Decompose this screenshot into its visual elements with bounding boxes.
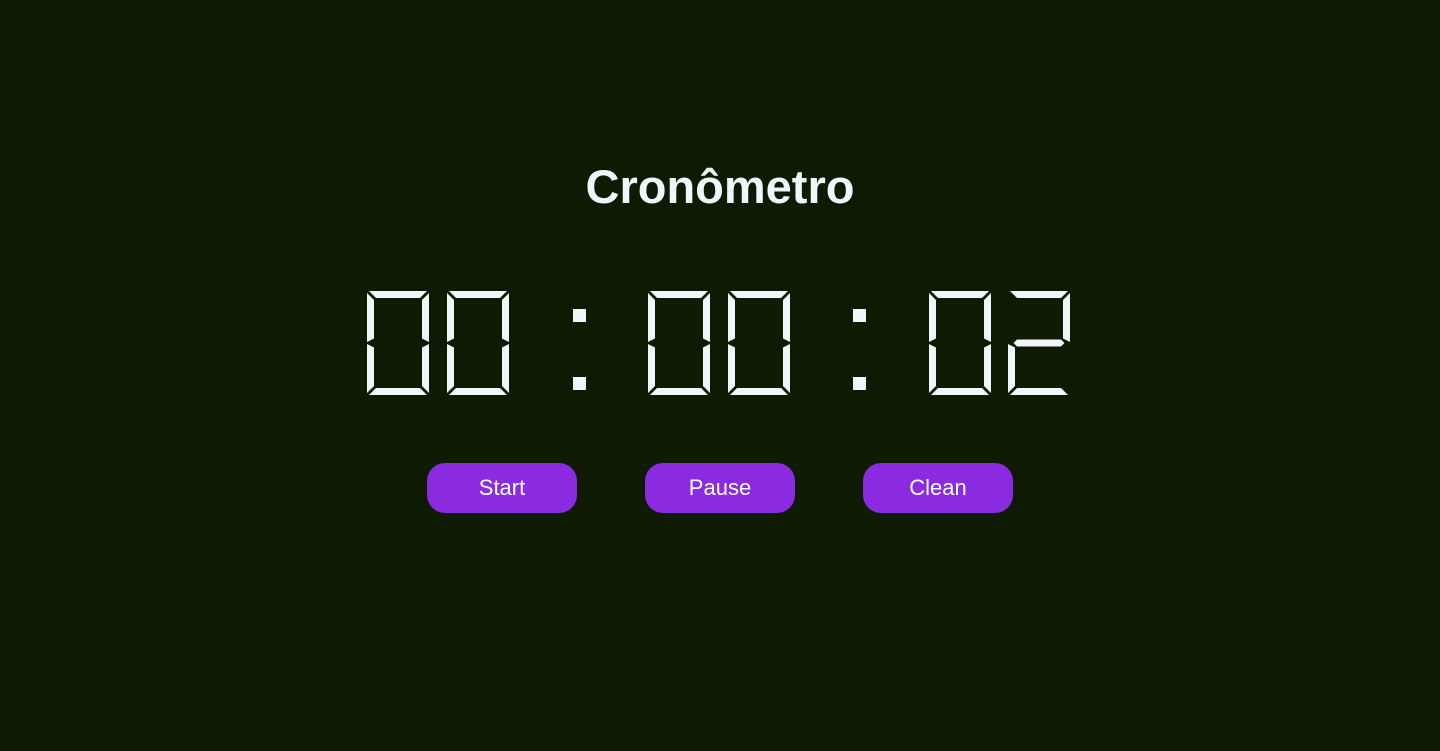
digit-segment xyxy=(369,291,427,298)
digit-segment xyxy=(1010,291,1068,298)
digit-segment xyxy=(703,344,710,393)
start-button[interactable]: Start xyxy=(427,463,577,513)
minutes-digit-1 xyxy=(648,291,710,395)
digit-segment xyxy=(449,388,507,395)
clean-button[interactable]: Clean xyxy=(863,463,1013,513)
digit-segment xyxy=(367,293,374,342)
digit-segment xyxy=(728,293,735,342)
colon-dot xyxy=(853,309,866,322)
digit-segment xyxy=(422,293,429,342)
colon-separator-1 xyxy=(573,309,586,390)
digit-segment xyxy=(929,344,936,393)
digit-segment xyxy=(447,293,454,342)
digit-segment xyxy=(502,293,509,342)
digit-segment xyxy=(648,293,655,342)
digit-segment xyxy=(367,344,374,393)
digit-segment xyxy=(648,344,655,393)
digit-segment xyxy=(369,388,427,395)
digit-segment xyxy=(929,293,936,342)
colon-dot xyxy=(573,377,586,390)
digit-segment xyxy=(931,291,989,298)
colon-dot xyxy=(573,309,586,322)
pause-button[interactable]: Pause xyxy=(645,463,795,513)
digit-segment xyxy=(502,344,509,393)
digit-segment xyxy=(931,388,989,395)
digit-segment xyxy=(447,344,454,393)
digit-segment xyxy=(1008,344,1015,393)
hours-digit-1 xyxy=(367,291,429,395)
digit-segment xyxy=(650,388,708,395)
seconds-digit-1 xyxy=(929,291,991,395)
digit-segment xyxy=(703,293,710,342)
digit-segment xyxy=(1063,293,1070,342)
digit-segment xyxy=(984,293,991,342)
timer-display xyxy=(0,290,1440,396)
digit-segment xyxy=(730,388,788,395)
colon-dot xyxy=(853,377,866,390)
digit-segment xyxy=(984,344,991,393)
digit-segment xyxy=(1013,339,1065,347)
digit-segment xyxy=(728,344,735,393)
hours-digit-2 xyxy=(447,291,509,395)
stopwatch-page: Cronômetro Start Pause Clean xyxy=(0,0,1440,751)
digit-segment xyxy=(783,344,790,393)
seconds-digit-2 xyxy=(1008,291,1070,395)
digit-segment xyxy=(422,344,429,393)
digit-segment xyxy=(449,291,507,298)
digit-segment xyxy=(650,291,708,298)
digit-segment xyxy=(730,291,788,298)
digit-segment xyxy=(1010,388,1068,395)
digit-segment xyxy=(783,293,790,342)
page-title: Cronômetro xyxy=(585,160,855,213)
timer-digits xyxy=(367,291,1070,395)
minutes-digit-2 xyxy=(728,291,790,395)
colon-separator-2 xyxy=(853,309,866,390)
